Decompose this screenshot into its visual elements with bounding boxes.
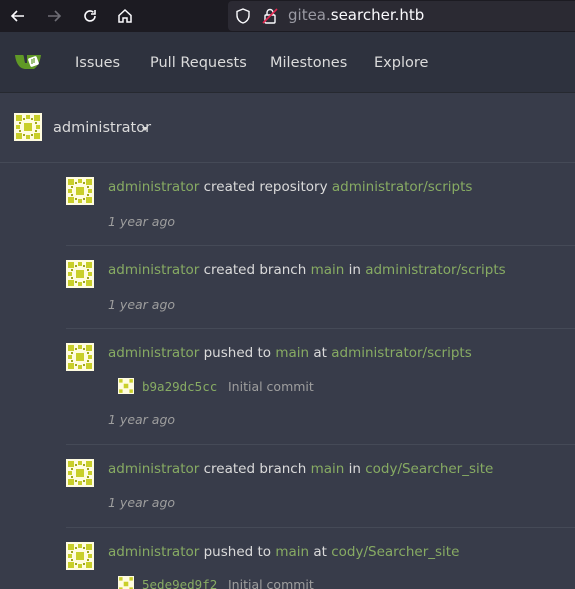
nav-explore[interactable]: Explore xyxy=(374,55,428,71)
gitea-logo-icon[interactable] xyxy=(14,52,44,72)
repo-link[interactable]: administrator/scripts xyxy=(365,262,506,278)
back-button[interactable] xyxy=(6,5,30,27)
feed-item: administrator pushed to main at cody/Sea… xyxy=(66,528,575,589)
preposition-text: at xyxy=(313,544,327,560)
context-user-name[interactable]: administrator xyxy=(53,120,151,136)
browser-toolbar: gitea.searcher.htb xyxy=(0,0,575,32)
branch-link[interactable]: main xyxy=(311,461,345,477)
avatar[interactable] xyxy=(66,459,94,487)
commit-sha-link[interactable]: 5ede9ed9f2 xyxy=(142,577,217,589)
action-text: created branch xyxy=(203,461,307,477)
forward-button[interactable] xyxy=(42,5,66,27)
avatar[interactable] xyxy=(66,177,94,205)
nav-pull-requests[interactable]: Pull Requests xyxy=(150,55,247,71)
nav-milestones[interactable]: Milestones xyxy=(270,55,347,71)
context-switcher: administrator xyxy=(0,93,575,163)
arrow-right-icon xyxy=(48,10,62,22)
branch-link[interactable]: main xyxy=(275,544,309,560)
preposition-text: in xyxy=(348,262,361,278)
commit-message: Initial commit xyxy=(228,379,314,394)
feed-item: administrator created branch main in adm… xyxy=(66,246,575,329)
home-button[interactable] xyxy=(113,5,137,27)
gitea-navbar: Issues Pull Requests Milestones Explore xyxy=(0,32,575,93)
avatar[interactable] xyxy=(14,113,42,141)
feed-text: administrator created repository adminis… xyxy=(108,179,472,195)
timestamp: 1 year ago xyxy=(108,297,176,312)
feed-text: administrator created branch main in cod… xyxy=(108,461,493,477)
url-bar[interactable]: gitea.searcher.htb xyxy=(228,1,575,31)
home-icon xyxy=(118,8,132,23)
branch-link[interactable]: main xyxy=(275,345,309,361)
timestamp: 1 year ago xyxy=(108,495,176,510)
avatar[interactable] xyxy=(66,343,94,371)
feed-item: administrator created branch main in cod… xyxy=(66,445,575,528)
reload-icon xyxy=(84,10,96,22)
repo-link[interactable]: cody/Searcher_site xyxy=(331,544,459,560)
timestamp: 1 year ago xyxy=(108,214,176,229)
timestamp: 1 year ago xyxy=(108,412,176,427)
action-text: pushed to xyxy=(203,544,272,560)
feed-text: administrator pushed to main at cody/Sea… xyxy=(108,544,459,560)
avatar[interactable] xyxy=(66,542,94,570)
url-text[interactable]: gitea.searcher.htb xyxy=(288,6,424,24)
avatar[interactable] xyxy=(118,378,134,394)
actor-link[interactable]: administrator xyxy=(108,461,199,477)
preposition-text: at xyxy=(313,345,327,361)
feed-text: administrator pushed to main at administ… xyxy=(108,345,472,361)
avatar[interactable] xyxy=(66,260,94,288)
insecure-lock-icon[interactable] xyxy=(261,7,279,25)
reload-button[interactable] xyxy=(78,5,102,27)
feed-item: administrator pushed to main at administ… xyxy=(66,329,575,445)
nav-issues[interactable]: Issues xyxy=(75,55,120,71)
actor-link[interactable]: administrator xyxy=(108,262,199,278)
repo-link[interactable]: administrator/scripts xyxy=(331,345,472,361)
action-text: created repository xyxy=(203,179,328,195)
shield-icon[interactable] xyxy=(234,7,252,25)
feed-text: administrator created branch main in adm… xyxy=(108,262,506,278)
arrow-left-icon xyxy=(10,10,24,22)
commit-sha-link[interactable]: b9a29dc5cc xyxy=(142,379,217,394)
commit-message: Initial commit xyxy=(228,577,314,589)
feed-item: administrator created repository adminis… xyxy=(66,163,575,246)
repo-link[interactable]: cody/Searcher_site xyxy=(365,461,493,477)
action-text: pushed to xyxy=(203,345,272,361)
actor-link[interactable]: administrator xyxy=(108,345,199,361)
dropdown-caret-icon[interactable] xyxy=(142,127,148,131)
repo-link[interactable]: administrator/scripts xyxy=(332,179,473,195)
actor-link[interactable]: administrator xyxy=(108,544,199,560)
action-text: created branch xyxy=(203,262,307,278)
actor-link[interactable]: administrator xyxy=(108,179,199,195)
branch-link[interactable]: main xyxy=(311,262,345,278)
avatar[interactable] xyxy=(118,576,134,589)
preposition-text: in xyxy=(348,461,361,477)
